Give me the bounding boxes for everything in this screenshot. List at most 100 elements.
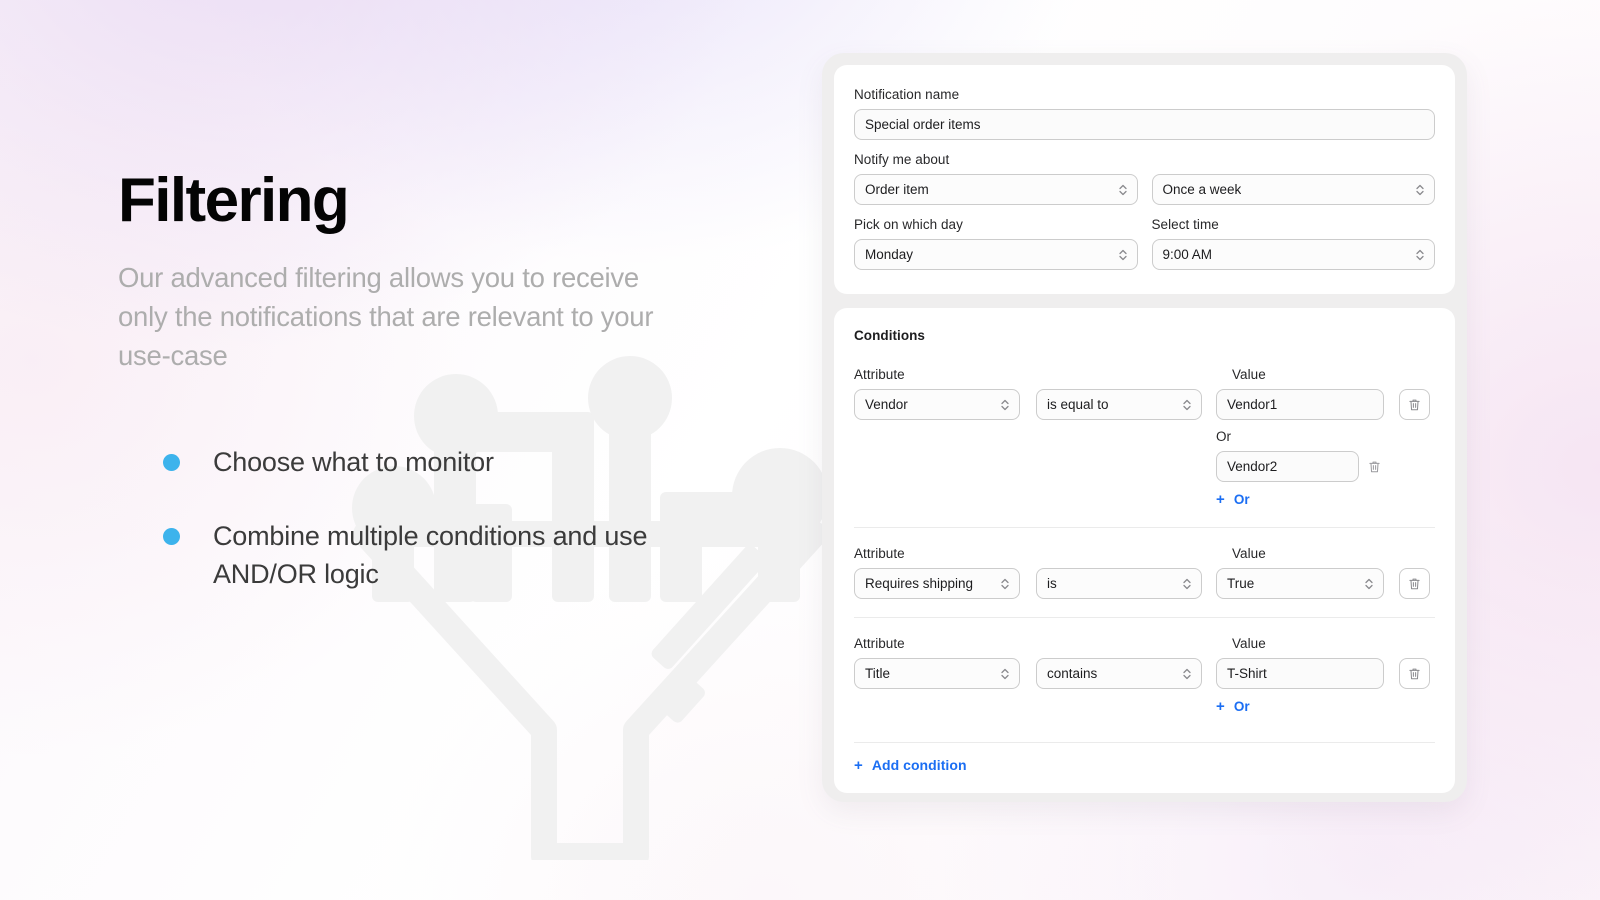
chevron-updown-icon bbox=[1001, 399, 1009, 410]
day-select[interactable]: Monday bbox=[854, 239, 1138, 270]
operator-value: is bbox=[1047, 576, 1057, 591]
plus-icon: + bbox=[1216, 698, 1225, 715]
day-time-labels: Pick on which day Select time bbox=[854, 217, 1435, 232]
notify-row: Order item Once a week bbox=[854, 174, 1435, 205]
conditions-card: Conditions Attribute Value Vendor is equ… bbox=[834, 308, 1455, 793]
trash-icon bbox=[1409, 578, 1420, 589]
add-or-button[interactable]: + Or bbox=[1216, 492, 1250, 507]
chevron-updown-icon bbox=[1001, 668, 1009, 679]
divider bbox=[854, 617, 1435, 618]
value-text: True bbox=[1227, 576, 1255, 591]
attribute-label: Attribute bbox=[854, 367, 905, 382]
day-time-row: Monday 9:00 AM bbox=[854, 239, 1435, 270]
extra-value-row: Vendor2 bbox=[1216, 451, 1384, 482]
condition-labels: Attribute Value bbox=[854, 546, 1435, 561]
feature-label: Combine multiple conditions and use AND/… bbox=[213, 521, 648, 589]
attribute-value: Title bbox=[865, 666, 891, 681]
attribute-value: Requires shipping bbox=[865, 576, 974, 591]
notify-frequency-value: Once a week bbox=[1162, 182, 1242, 197]
notify-frequency-select[interactable]: Once a week bbox=[1151, 174, 1435, 205]
chevron-updown-icon bbox=[1183, 668, 1191, 679]
extra-value-input[interactable]: Vendor2 bbox=[1216, 451, 1360, 482]
chevron-updown-icon bbox=[1118, 184, 1127, 195]
divider bbox=[854, 742, 1435, 743]
add-or-label: Or bbox=[1233, 492, 1250, 507]
add-or-label: Or bbox=[1233, 699, 1250, 714]
schedule-card: Notification name Special order items No… bbox=[834, 65, 1455, 294]
trash-icon bbox=[1409, 399, 1420, 410]
or-label: Or bbox=[1216, 429, 1231, 444]
add-condition-button[interactable]: + Add condition bbox=[854, 757, 967, 773]
delete-condition-button[interactable] bbox=[1399, 658, 1430, 689]
add-condition-label: Add condition bbox=[871, 757, 967, 773]
value-label: Value bbox=[1232, 546, 1266, 561]
notify-subject-select[interactable]: Order item bbox=[854, 174, 1138, 205]
attribute-select[interactable]: Title bbox=[854, 658, 1020, 689]
conditions-heading: Conditions bbox=[854, 328, 925, 343]
condition-labels: Attribute Value bbox=[854, 636, 1435, 651]
day-value: Monday bbox=[865, 247, 914, 262]
condition-labels: Attribute Value bbox=[854, 367, 1435, 382]
bullet-icon bbox=[163, 454, 180, 471]
operator-value: is equal to bbox=[1047, 397, 1109, 412]
condition-row: Attribute Value Title contains T-Shirt +… bbox=[854, 636, 1435, 743]
operator-select[interactable]: is equal to bbox=[1036, 389, 1202, 420]
attribute-select[interactable]: Requires shipping bbox=[854, 568, 1020, 599]
delete-condition-button[interactable] bbox=[1399, 568, 1430, 599]
list-item: Combine multiple conditions and use AND/… bbox=[118, 517, 818, 593]
operator-select[interactable]: contains bbox=[1036, 658, 1202, 689]
chevron-updown-icon bbox=[1183, 578, 1191, 589]
chevron-updown-icon bbox=[1416, 249, 1424, 260]
value-label: Value bbox=[1232, 636, 1266, 651]
chevron-updown-icon bbox=[1001, 578, 1009, 589]
time-value: 9:00 AM bbox=[1162, 247, 1213, 262]
delete-condition-button[interactable] bbox=[1399, 389, 1430, 420]
page-title: Filtering bbox=[118, 166, 350, 235]
chevron-updown-icon bbox=[1183, 399, 1191, 410]
list-item: Choose what to monitor bbox=[118, 443, 818, 481]
chevron-updown-icon bbox=[1365, 578, 1373, 589]
hero-column: Filtering Our advanced filtering allows … bbox=[118, 170, 818, 629]
notification-name-input[interactable]: Special order items bbox=[854, 109, 1435, 140]
attribute-label: Attribute bbox=[854, 546, 905, 561]
condition-controls: Title contains T-Shirt + Or bbox=[854, 658, 1435, 716]
condition-controls: Vendor is equal to Vendor1 Or Vendor2 + … bbox=[854, 389, 1435, 509]
plus-icon: + bbox=[854, 756, 863, 774]
select-time-label: Select time bbox=[1151, 217, 1219, 232]
notification-name-value: Special order items bbox=[865, 117, 981, 132]
delete-extra-value-button[interactable] bbox=[1365, 451, 1384, 482]
chevron-updown-icon bbox=[1118, 249, 1127, 260]
value-input[interactable]: Vendor1 bbox=[1216, 389, 1384, 420]
notification-panel: Notification name Special order items No… bbox=[822, 53, 1467, 802]
operator-select[interactable]: is bbox=[1036, 568, 1202, 599]
bullet-icon bbox=[163, 528, 180, 545]
notify-me-about-label: Notify me about bbox=[854, 152, 950, 167]
page-background: Filtering Our advanced filtering allows … bbox=[0, 0, 1600, 900]
value-select[interactable]: True bbox=[1216, 568, 1384, 599]
extra-value-text: Vendor2 bbox=[1227, 459, 1278, 474]
condition-row: Attribute Value Requires shipping is Tru… bbox=[854, 546, 1435, 618]
feature-list: Choose what to monitor Combine multiple … bbox=[118, 443, 818, 593]
page-subtitle: Our advanced filtering allows you to rec… bbox=[118, 262, 654, 371]
divider bbox=[854, 527, 1435, 528]
condition-controls: Requires shipping is True bbox=[854, 568, 1435, 599]
plus-icon: + bbox=[1216, 491, 1225, 508]
add-or-button[interactable]: + Or bbox=[1216, 699, 1250, 714]
condition-row: Attribute Value Vendor is equal to Vendo… bbox=[854, 367, 1435, 528]
value-text: Vendor1 bbox=[1227, 397, 1278, 412]
operator-value: contains bbox=[1047, 666, 1098, 681]
value-label: Value bbox=[1232, 367, 1266, 382]
attribute-value: Vendor bbox=[865, 397, 908, 412]
time-select[interactable]: 9:00 AM bbox=[1151, 239, 1435, 270]
feature-label: Choose what to monitor bbox=[213, 447, 494, 477]
trash-icon bbox=[1369, 461, 1380, 472]
notification-name-label: Notification name bbox=[854, 87, 960, 102]
value-text: T-Shirt bbox=[1227, 666, 1267, 681]
value-input[interactable]: T-Shirt bbox=[1216, 658, 1384, 689]
attribute-select[interactable]: Vendor bbox=[854, 389, 1020, 420]
trash-icon bbox=[1409, 668, 1420, 679]
notify-subject-value: Order item bbox=[865, 182, 929, 197]
attribute-label: Attribute bbox=[854, 636, 905, 651]
chevron-updown-icon bbox=[1416, 184, 1424, 195]
pick-day-label: Pick on which day bbox=[854, 217, 963, 232]
